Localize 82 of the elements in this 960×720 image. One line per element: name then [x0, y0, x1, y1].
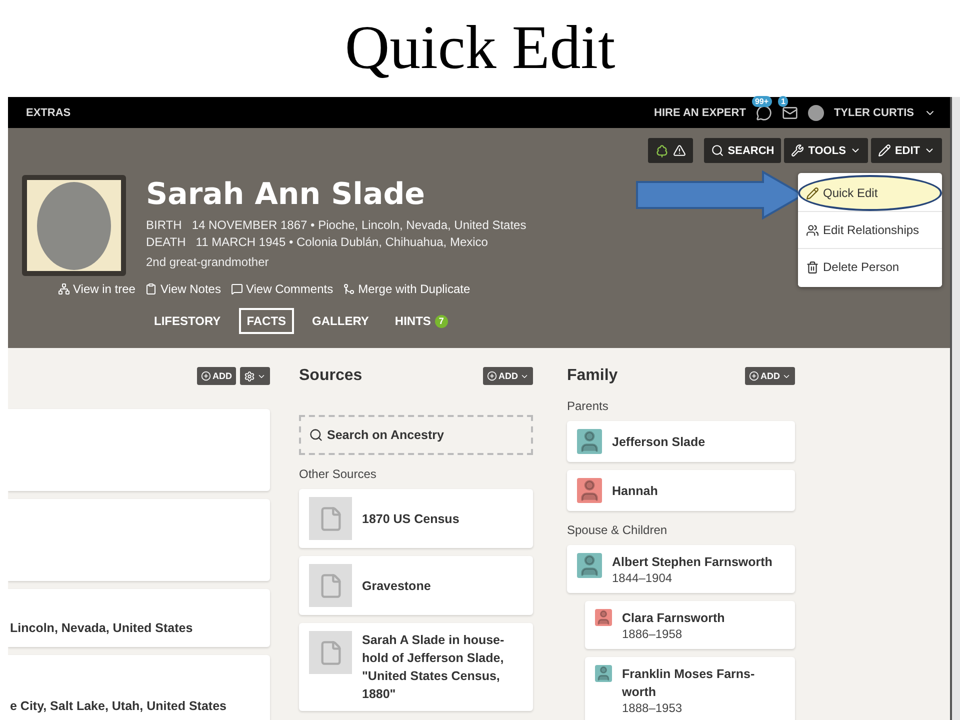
life-event: BIRTH 14 NOVEMBER 1867 • Pioche, Lincoln, Nevada, United States	[146, 218, 526, 232]
life-years: 1888–1953	[622, 701, 684, 715]
merge-icon	[343, 283, 356, 295]
source-title: Gravestone	[362, 578, 432, 594]
document-icon	[309, 631, 352, 674]
extras-link[interactable]: EXTRAS	[26, 106, 71, 118]
tab[interactable]: LIFESTORY	[146, 308, 229, 334]
pencil-icon	[878, 144, 891, 157]
clipboard-icon	[145, 283, 158, 295]
tree-icon	[654, 144, 669, 158]
life-event: DEATH 11 MARCH 1945 • Colonia Dublán, Chihuahua, Mexico	[146, 235, 489, 249]
hints-icon[interactable]	[756, 104, 772, 120]
profile-link[interactable]: Merge with Duplicate	[343, 282, 470, 296]
menu-item[interactable]: Edit Relationships	[798, 211, 942, 248]
search-ancestry-button[interactable]: Search on Ancestry	[299, 415, 533, 455]
tab[interactable]: FACTS	[238, 308, 294, 334]
person-name: Franklin Moses Farns-worth	[622, 666, 756, 701]
add-button[interactable]: ADD	[196, 367, 236, 385]
relationship-text: 2nd great-grandmother	[146, 255, 270, 269]
fact-card[interactable]: e City, Salt Lake, Utah, United States	[8, 655, 270, 720]
user-avatar	[808, 104, 824, 120]
trash-icon	[806, 260, 819, 274]
person-name: Albert Stephen Farnsworth	[612, 554, 772, 571]
pencil-icon	[806, 186, 819, 200]
hire-expert-link[interactable]: HIRE AN EXPERT	[654, 106, 746, 118]
source-card[interactable]: 1870 US Census	[299, 489, 533, 548]
settings-icon	[244, 370, 255, 382]
user-menu[interactable]: TYLER CURTIS	[834, 106, 914, 118]
search-icon	[309, 428, 323, 442]
plus-icon	[486, 371, 496, 381]
people-icon	[806, 224, 819, 236]
messages-badge: 1	[778, 96, 788, 106]
life-years: 1886–1958	[622, 627, 684, 641]
tree-icon	[58, 283, 70, 295]
family-member-card[interactable]: Clara Farnsworth 1886–1958	[585, 601, 795, 649]
toolbar-button[interactable]: TOOLS	[784, 138, 868, 163]
hints-count-badge: 7	[434, 314, 448, 328]
person-name: Clara Farnsworth	[622, 610, 725, 627]
toolbar-button[interactable]: EDIT	[870, 138, 942, 163]
warning-icon	[672, 144, 686, 157]
family-member-card[interactable]: Jefferson Slade	[567, 421, 795, 462]
tab[interactable]: HINTS 7	[386, 308, 456, 334]
source-title: 1870 US Census	[362, 510, 460, 528]
column-title: Family	[567, 367, 618, 385]
document-icon	[309, 564, 352, 607]
profile-link[interactable]: View in tree	[58, 282, 136, 296]
life-years: 1844–1904	[612, 571, 674, 585]
section-label: Other Sources	[299, 467, 378, 481]
section-label: Parents	[567, 399, 610, 413]
source-title: Sarah A Slade in house-hold of Jefferson Slade, "United States Census, 1880"	[362, 632, 506, 703]
plus-icon	[748, 371, 758, 381]
profile-link[interactable]: View Comments	[230, 282, 334, 296]
mail-icon[interactable]	[782, 104, 798, 120]
document-icon	[309, 497, 352, 540]
menu-item[interactable]: Delete Person	[798, 248, 942, 285]
fact-place: Lincoln, Nevada, United States	[10, 620, 193, 637]
fact-place: e City, Salt Lake, Utah, United States	[10, 698, 226, 715]
family-member-card[interactable]: Franklin Moses Farns-worth 1888–1953	[585, 657, 795, 720]
hints-badge: 99+	[752, 96, 772, 106]
speech-bubble-icon	[230, 283, 243, 295]
source-card[interactable]: Sarah A Slade in house-hold of Jefferson Slade, "United States Census, 1880"	[299, 623, 533, 711]
settings-button[interactable]	[240, 367, 270, 385]
person-name: Hannah	[612, 482, 658, 500]
person-name: Jefferson Slade	[612, 434, 706, 450]
toolbar-button[interactable]: SEARCH	[704, 138, 782, 163]
wrench-icon	[791, 144, 804, 157]
add-button[interactable]: ADD	[482, 367, 533, 385]
search-icon	[710, 144, 724, 157]
slide-title: Quick Edit	[344, 13, 616, 84]
profile-link[interactable]: View Notes	[145, 282, 221, 296]
fact-card[interactable]: Lincoln, Nevada, United States	[8, 589, 270, 647]
person-name: Sarah Ann Slade	[146, 176, 426, 214]
add-button[interactable]: ADD	[744, 367, 795, 385]
column-title: Sources	[299, 367, 362, 385]
family-member-card[interactable]: Hannah	[567, 470, 795, 511]
tab[interactable]: GALLERY	[304, 308, 377, 334]
source-card[interactable]: Gravestone	[299, 556, 533, 615]
family-member-card[interactable]: Albert Stephen Farnsworth 1844–1904	[567, 545, 795, 593]
menu-item[interactable]: Quick Edit	[798, 175, 942, 211]
alerts-button[interactable]	[648, 138, 693, 163]
plus-icon	[200, 371, 210, 381]
section-label: Spouse & Children	[567, 523, 668, 537]
